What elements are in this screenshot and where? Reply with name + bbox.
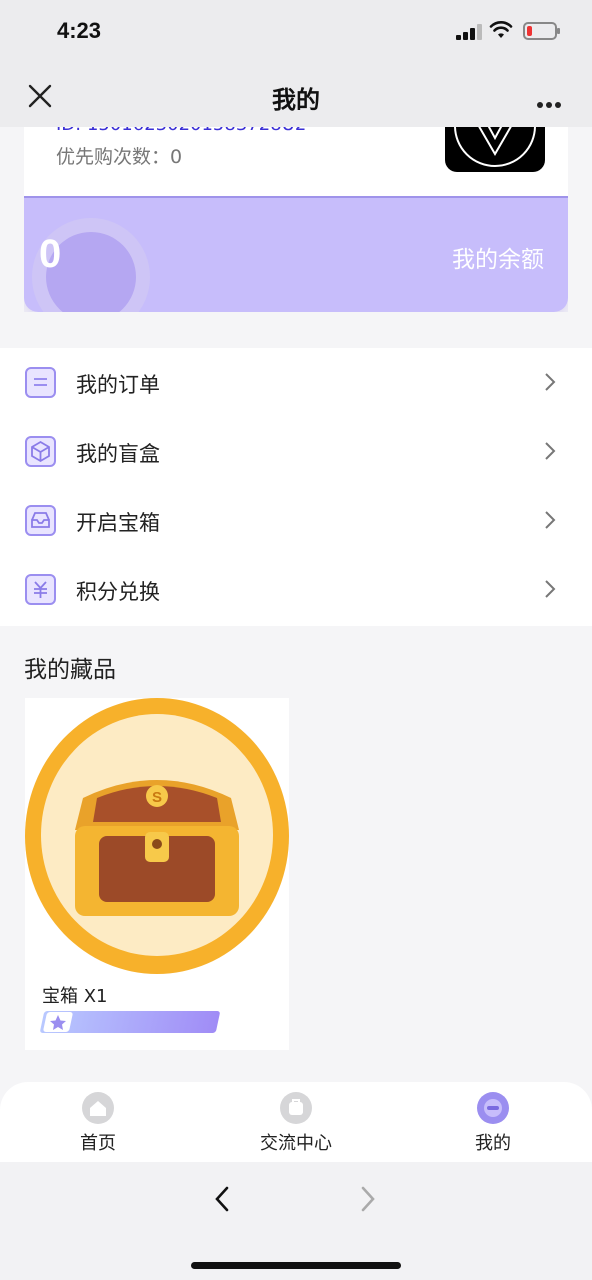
profile-icon [477, 1092, 509, 1124]
browser-toolbar [0, 1162, 592, 1280]
menu-label: 我的订单 [76, 373, 160, 397]
bottom-tab-bar: 首页 交流中心 我的 [0, 1082, 592, 1162]
tab-home[interactable]: 首页 [38, 1092, 158, 1156]
chevron-right-icon [545, 442, 556, 460]
menu-item-orders[interactable]: 我的订单 [0, 348, 592, 417]
chevron-right-icon [545, 511, 556, 529]
collection-item[interactable]: S 宝箱 X1 [25, 698, 289, 1050]
signal-icon [456, 24, 482, 40]
balance-value: 0 [39, 232, 62, 276]
collection-item-name: 宝箱 X1 [42, 986, 108, 1007]
treasure-chest-icon: S [25, 698, 289, 974]
menu-item-points[interactable]: 积分兑换 [0, 555, 592, 624]
menu-label: 积分兑换 [76, 580, 160, 604]
status-time: 4:23 [57, 18, 102, 43]
forward-arrow-icon[interactable] [358, 1184, 378, 1214]
back-arrow-icon[interactable] [212, 1184, 232, 1214]
chevron-right-icon [545, 373, 556, 391]
tab-label: 首页 [80, 1133, 116, 1154]
nav-bar: 我的 [0, 64, 592, 127]
home-indicator [191, 1262, 401, 1269]
wifi-icon [489, 21, 513, 38]
priority-value: 0 [170, 146, 183, 168]
battery-icon [523, 22, 560, 40]
tab-mine[interactable]: 我的 [433, 1092, 553, 1156]
svg-text:S: S [152, 789, 162, 806]
menu-item-blind-box[interactable]: 我的盲盒 [0, 417, 592, 486]
order-icon [25, 367, 56, 398]
home-icon [82, 1092, 114, 1124]
tab-label: 我的 [475, 1133, 511, 1154]
menu-item-open-chest[interactable]: 开启宝箱 [0, 486, 592, 555]
priority-label: 优先购次数： [56, 146, 171, 168]
menu-label: 开启宝箱 [76, 511, 160, 535]
status-bar: 4:23 [0, 0, 592, 64]
star-icon [42, 1012, 74, 1032]
collection-title: 我的藏品 [24, 657, 116, 683]
tab-community[interactable]: 交流中心 [236, 1092, 356, 1156]
more-icon[interactable] [537, 93, 565, 108]
points-exchange-icon [25, 574, 56, 605]
menu-label: 我的盲盒 [76, 442, 160, 466]
chat-icon [280, 1092, 312, 1124]
blind-box-icon [25, 436, 56, 467]
menu-list: 我的订单 我的盲盒 开启宝箱 积分兑换 [0, 348, 592, 626]
chevron-right-icon [545, 580, 556, 598]
tab-label: 交流中心 [260, 1133, 332, 1154]
balance-label: 我的余额 [452, 247, 544, 273]
priority-count: 优先购次数：0 [56, 142, 182, 169]
balance-panel[interactable]: 0 我的余额 [24, 196, 568, 312]
page-title: 我的 [272, 86, 320, 114]
inbox-icon [25, 505, 56, 536]
profile-card: ID: 15016230201583728U2 优先购次数：0 0 我的余额 [24, 127, 568, 312]
